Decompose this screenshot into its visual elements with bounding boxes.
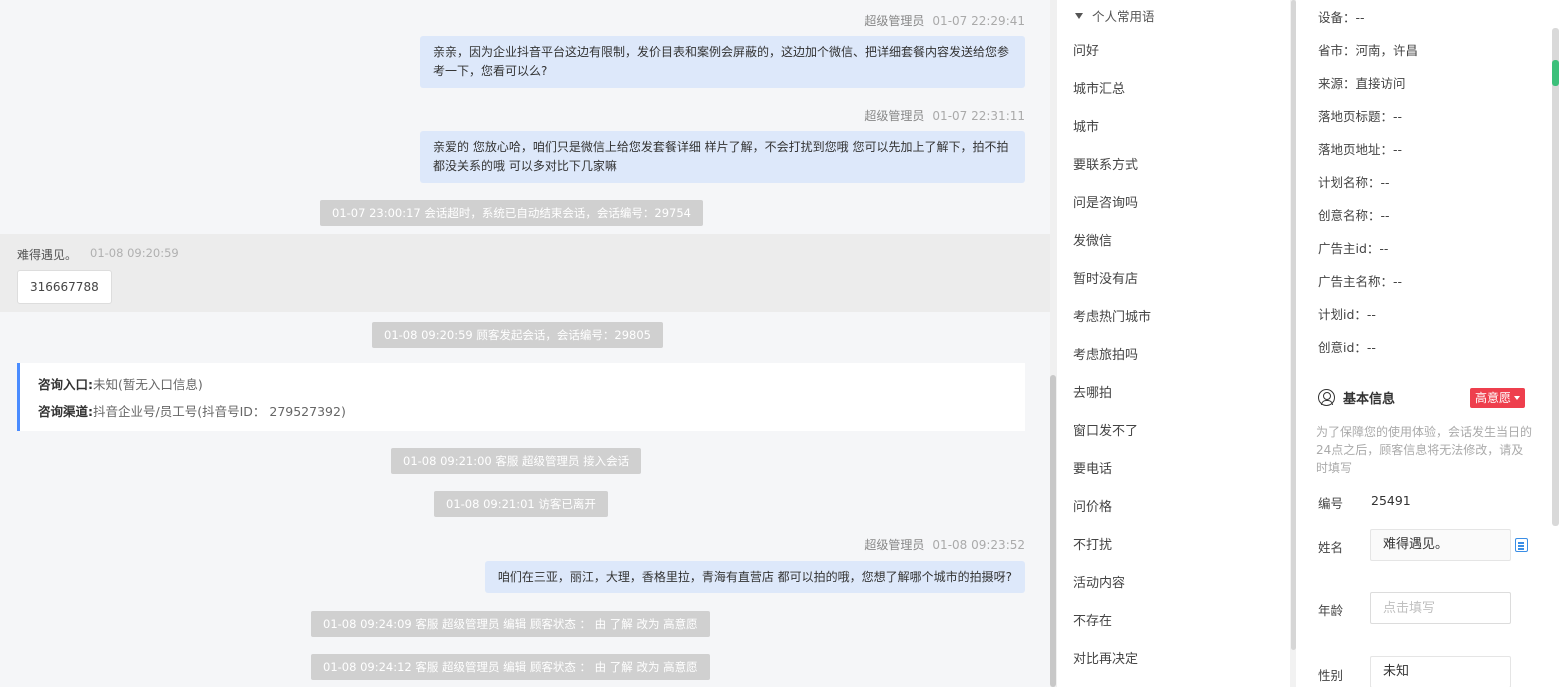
system-notice: 01-07 23:00:17 会话超时，系统已自动结束会话，会话编号：29754 xyxy=(320,200,703,226)
gender-label: 性别 xyxy=(1318,668,1344,683)
phrase-item[interactable]: 去哪拍 xyxy=(1073,384,1112,404)
phrase-item[interactable]: 不打扰 xyxy=(1073,536,1112,556)
system-notice: 01-08 09:20:59 顾客发起会话，会话编号：29805 xyxy=(372,322,663,348)
phrase-item[interactable]: 要联系方式 xyxy=(1073,156,1138,176)
basic-info-title: 基本信息 xyxy=(1318,388,1395,407)
visitor-message: 316667788 xyxy=(17,270,112,304)
customer-field-plan-name: 计划名称：-- xyxy=(1318,175,1390,190)
name-label: 姓名 xyxy=(1318,540,1344,555)
phrase-item[interactable]: 城市汇总 xyxy=(1073,80,1125,100)
gender-select[interactable]: 未知 xyxy=(1370,656,1511,687)
customer-field-device: 设备：-- xyxy=(1318,10,1365,25)
message-time: 01-07 22:31:11 xyxy=(932,109,1025,123)
customer-scrollbar-thumb[interactable] xyxy=(1552,28,1559,526)
copy-icon[interactable] xyxy=(1515,538,1528,552)
consult-channel-row: 咨询渠道:抖音企业号/员工号(抖音号ID： 279527392) xyxy=(38,401,346,420)
system-notice: 01-08 09:21:00 客服 超级管理员 接入会话 xyxy=(391,448,642,474)
message-meta: 超级管理员 01-08 09:23:52 xyxy=(864,536,1025,553)
customer-field-creative-name: 创意名称：-- xyxy=(1318,208,1390,223)
visitor-message-block: 难得遇见。 01-08 09:20:59 316667788 xyxy=(0,234,1050,312)
phrase-item[interactable]: 窗口发不了 xyxy=(1073,422,1138,442)
message-sender: 超级管理员 xyxy=(864,109,925,123)
name-field[interactable]: 难得遇见。 xyxy=(1370,529,1511,561)
message-time: 01-07 22:29:41 xyxy=(932,14,1025,28)
basic-info-title-text: 基本信息 xyxy=(1343,392,1396,407)
phrase-item[interactable]: 问价格 xyxy=(1073,498,1112,518)
phrase-item[interactable]: 问好 xyxy=(1073,42,1099,62)
id-value: 25491 xyxy=(1371,493,1411,508)
id-label: 编号 xyxy=(1318,496,1344,511)
phrase-item[interactable]: 暂时没有店 xyxy=(1073,270,1138,290)
consult-channel-value: 抖音企业号/员工号(抖音号ID： 279527392) xyxy=(93,404,346,419)
consult-entry-label: 咨询入口: xyxy=(38,377,93,392)
system-notice: 01-08 09:21:01 访客已离开 xyxy=(434,491,608,517)
intent-status-dropdown[interactable]: 高意愿 xyxy=(1470,388,1526,408)
customer-field-advertiser-name: 广告主名称：-- xyxy=(1318,274,1403,289)
consult-channel-label: 咨询渠道: xyxy=(38,404,93,419)
system-notice: 01-08 09:24:12 客服 超级管理员 编辑 顾客状态 ： 由 了解 改… xyxy=(311,654,710,680)
phrase-item[interactable]: 活动内容 xyxy=(1073,574,1125,594)
customer-field-source: 来源：直接访问 xyxy=(1318,76,1406,91)
phrase-item[interactable]: 不存在 xyxy=(1073,612,1112,632)
agent-message: 亲亲，因为企业抖音平台这边有限制，发价目表和案例会屏蔽的，这边加个微信、把详细套… xyxy=(420,36,1025,88)
phrases-panel: 个人常用语 问好 城市汇总 城市 要联系方式 问是咨询吗 发微信 暂时没有店 考… xyxy=(1057,0,1292,687)
consult-info-card: 咨询入口:未知(暂无入口信息) 咨询渠道:抖音企业号/员工号(抖音号ID： 27… xyxy=(17,363,1025,431)
phrase-item[interactable]: 城市 xyxy=(1073,118,1099,138)
customer-field-advertiser-id: 广告主id：-- xyxy=(1318,241,1389,256)
chat-panel: 超级管理员 01-07 22:29:41 亲亲，因为企业抖音平台这边有限制，发价目… xyxy=(0,0,1050,687)
phrase-group-title: 个人常用语 xyxy=(1092,9,1155,24)
system-notice: 01-08 09:24:09 客服 超级管理员 编辑 顾客状态 ： 由 了解 改… xyxy=(311,611,710,637)
customer-field-plan-id: 计划id：-- xyxy=(1318,307,1376,322)
message-meta: 超级管理员 01-07 22:29:41 xyxy=(864,12,1025,29)
phrase-item[interactable]: 考虑热门城市 xyxy=(1073,308,1151,328)
caret-down-icon xyxy=(1075,13,1083,19)
intent-status-label: 高意愿 xyxy=(1475,391,1512,405)
consult-entry-value: 未知(暂无入口信息) xyxy=(93,377,203,392)
agent-message: 咱们在三亚，丽江，大理，香格里拉，青海有直营店 都可以拍的哦，您想了解哪个城市的… xyxy=(484,561,1025,593)
phrase-group-header[interactable]: 个人常用语 xyxy=(1075,6,1155,25)
message-meta: 超级管理员 01-07 22:31:11 xyxy=(864,107,1025,124)
age-input[interactable] xyxy=(1370,592,1511,624)
message-sender: 超级管理员 xyxy=(864,14,925,28)
customer-field-landing-title: 落地页标题：-- xyxy=(1318,109,1403,124)
agent-message: 亲爱的 您放心哈，咱们只是微信上给您发套餐详细 样片了解，不会打扰到您哦 您可以… xyxy=(420,131,1025,183)
phrase-item[interactable]: 发微信 xyxy=(1073,232,1112,252)
visitor-name: 难得遇见。 xyxy=(17,248,78,262)
phrase-item[interactable]: 考虑旅拍吗 xyxy=(1073,346,1138,366)
scroll-indicator xyxy=(1552,60,1559,86)
phrase-item[interactable]: 要电话 xyxy=(1073,460,1112,480)
age-label: 年龄 xyxy=(1318,603,1344,618)
phrase-item[interactable]: 对比再决定 xyxy=(1073,650,1138,670)
customer-field-landing-url: 落地页地址：-- xyxy=(1318,142,1403,157)
consult-entry-row: 咨询入口:未知(暂无入口信息) xyxy=(38,374,203,393)
visitor-message-time: 01-08 09:20:59 xyxy=(90,246,179,260)
message-sender: 超级管理员 xyxy=(864,538,925,552)
customer-field-creative-id: 创意id：-- xyxy=(1318,340,1376,355)
chat-scrollbar-thumb[interactable] xyxy=(1050,375,1056,687)
customer-panel: 设备：-- 省市：河南，许昌 来源：直接访问 落地页标题：-- 落地页地址：--… xyxy=(1296,0,1562,687)
edit-notice: 为了保障您的使用体验，会话发生当日的24点之后，顾客信息将无法修改，请及时填写 xyxy=(1316,425,1533,475)
caret-down-icon xyxy=(1514,396,1521,400)
customer-field-province: 省市：河南，许昌 xyxy=(1318,43,1419,58)
message-time: 01-08 09:23:52 xyxy=(932,538,1025,552)
user-circle-icon xyxy=(1318,389,1335,406)
phrase-item[interactable]: 问是咨询吗 xyxy=(1073,194,1138,214)
